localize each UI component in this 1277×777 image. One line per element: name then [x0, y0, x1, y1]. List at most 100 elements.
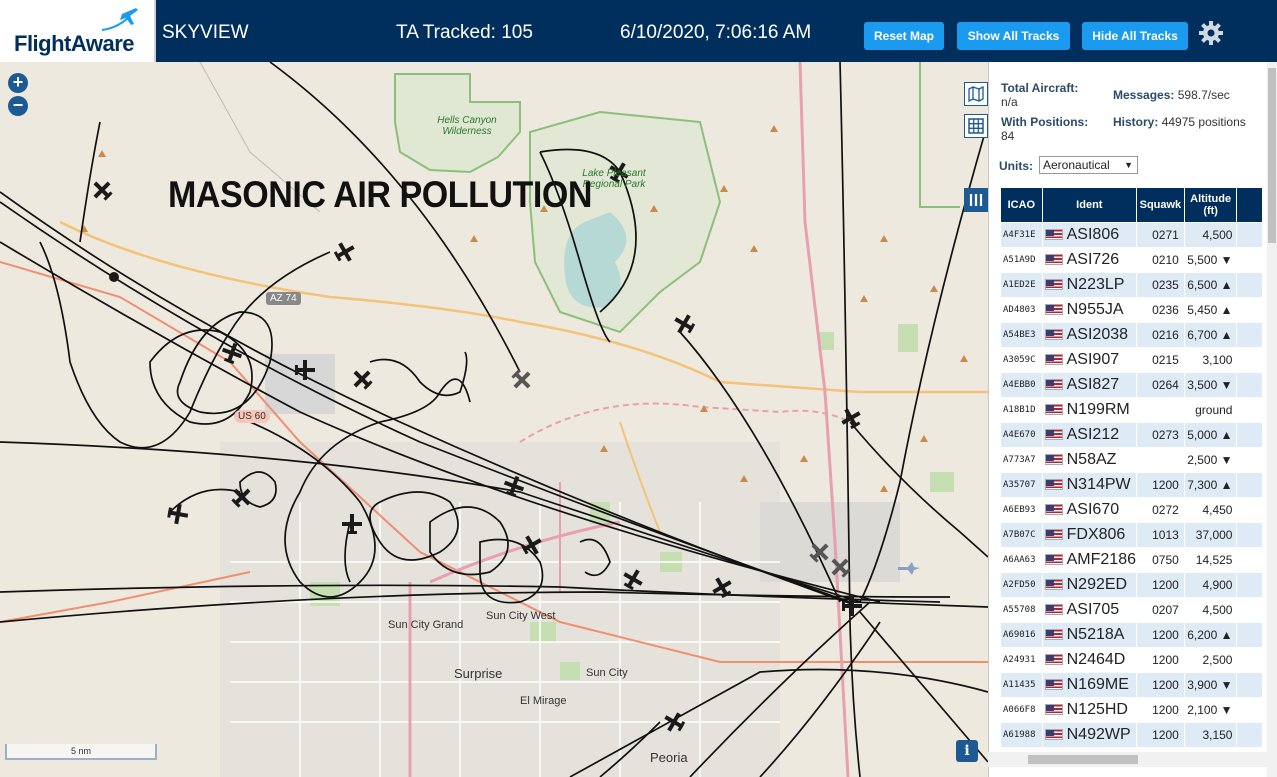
- us-flag-icon: [1044, 404, 1063, 415]
- units-select[interactable]: Aeronautical ▼: [1039, 156, 1138, 174]
- zoom-in-button[interactable]: +: [8, 73, 28, 93]
- squawk-cell: 0210: [1137, 248, 1184, 272]
- extra-cell: [1237, 348, 1262, 372]
- vertical-scrollbar-thumb[interactable]: [1268, 68, 1276, 243]
- altitude-cell: 5,500 ▼: [1184, 248, 1237, 272]
- table-row[interactable]: A51A9D ASI726 0210 5,500 ▼: [1001, 248, 1262, 272]
- col-altitude[interactable]: Altitude (ft): [1184, 188, 1237, 222]
- reset-map-button[interactable]: Reset Map: [864, 22, 944, 50]
- col-ident[interactable]: Ident: [1042, 188, 1136, 222]
- hide-all-tracks-button[interactable]: Hide All Tracks: [1082, 22, 1188, 50]
- map-view[interactable]: Hells Canyon Wilderness Lake Pleasant Re…: [0, 62, 988, 777]
- table-row[interactable]: A4E670 ASI212 0273 5,000 ▲: [1001, 423, 1262, 447]
- table-row[interactable]: A24931 N2464D 1200 2,500: [1001, 648, 1262, 672]
- altitude-cell: 2,500: [1184, 648, 1237, 672]
- squawk-cell: 1200: [1137, 623, 1184, 647]
- squawk-cell: 0271: [1137, 223, 1184, 247]
- extra-cell: [1237, 423, 1262, 447]
- grid-toggle-button[interactable]: [964, 114, 988, 138]
- squawk-cell: 1200: [1137, 573, 1184, 597]
- extra-cell: [1237, 648, 1262, 672]
- squawk-cell: 1200: [1137, 648, 1184, 672]
- icao-cell: A6AA63: [1001, 548, 1042, 572]
- table-row[interactable]: A2FD50 N292ED 1200 4,900: [1001, 573, 1262, 597]
- us-flag-icon: [1044, 329, 1063, 340]
- table-row[interactable]: A54BE3 ASI2038 0216 6,700 ▲: [1001, 323, 1262, 347]
- us-flag-icon: [1044, 454, 1063, 465]
- tracked-count: TA Tracked: 105: [396, 22, 533, 43]
- table-row[interactable]: A6AA63 AMF2186 0750 14,525: [1001, 548, 1262, 572]
- icao-cell: A1ED2E: [1001, 273, 1042, 297]
- col-extra[interactable]: [1237, 188, 1262, 222]
- us-flag-icon: [1044, 579, 1063, 590]
- info-button[interactable]: i: [956, 740, 978, 762]
- show-all-tracks-button[interactable]: Show All Tracks: [957, 22, 1070, 50]
- squawk-cell: 1200: [1137, 673, 1184, 697]
- table-row[interactable]: A61988 N492WP 1200 3,150: [1001, 723, 1262, 747]
- table-row[interactable]: A11435 N169ME 1200 3,900 ▼: [1001, 673, 1262, 697]
- extra-cell: [1237, 598, 1262, 622]
- ident-text: N199RM: [1066, 401, 1130, 418]
- ident-text: N292ED: [1066, 576, 1128, 593]
- altitude-cell: 6,700 ▲: [1184, 323, 1237, 347]
- extra-cell: [1237, 323, 1262, 347]
- col-squawk[interactable]: Squawk: [1137, 188, 1184, 222]
- ident-text: ASI212: [1066, 426, 1120, 443]
- table-row[interactable]: AD4803 N955JA 0236 5,450 ▲: [1001, 298, 1262, 322]
- squawk-cell: [1137, 448, 1184, 472]
- ident-cell: N58AZ: [1042, 448, 1136, 472]
- vertical-scrollbar[interactable]: [1267, 62, 1277, 777]
- ident-text: N125HD: [1066, 701, 1128, 718]
- clock: 6/10/2020, 7:06:16 AM: [620, 22, 812, 43]
- logo-plane-icon: [101, 8, 138, 31]
- us-flag-icon: [1044, 229, 1063, 240]
- ident-text: ASI705: [1066, 601, 1120, 618]
- table-row[interactable]: A6EB93 ASI670 0272 4,450: [1001, 498, 1262, 522]
- table-row[interactable]: A1ED2E N223LP 0235 6,500 ▲: [1001, 273, 1262, 297]
- ident-text: ASI2038: [1066, 326, 1129, 343]
- squawk-cell: 0273: [1137, 423, 1184, 447]
- icao-cell: A4EBB0: [1001, 373, 1042, 397]
- icao-cell: A69016: [1001, 623, 1042, 647]
- overlay-caption: MASONIC AIR POLLUTION: [168, 174, 593, 215]
- extra-cell: [1237, 723, 1262, 747]
- table-row[interactable]: A066F8 N125HD 1200 2,100 ▼: [1001, 698, 1262, 722]
- icao-cell: A24931: [1001, 648, 1042, 672]
- map-icon: [968, 86, 984, 102]
- ident-text: ASI726: [1066, 251, 1120, 268]
- col-icao[interactable]: ICAO: [1001, 188, 1042, 222]
- gear-icon[interactable]: [1198, 20, 1224, 46]
- zoom-out-button[interactable]: −: [8, 96, 28, 116]
- icao-cell: A773A7: [1001, 448, 1042, 472]
- table-row[interactable]: A3059C ASI907 0215 3,100: [1001, 348, 1262, 372]
- squawk-cell: 0750: [1137, 548, 1184, 572]
- table-row[interactable]: A4F31E ASI806 0271 4,500: [1001, 223, 1262, 247]
- horizontal-scrollbar[interactable]: [988, 752, 1267, 767]
- ident-cell: ASI726: [1042, 248, 1136, 272]
- ident-text: N2464D: [1066, 651, 1126, 668]
- flightaware-logo[interactable]: FlightAware: [0, 0, 156, 62]
- extra-cell: [1237, 698, 1262, 722]
- table-row[interactable]: A35707 N314PW 1200 7,300 ▲: [1001, 473, 1262, 497]
- table-row[interactable]: A7B07C FDX806 1013 37,000: [1001, 523, 1262, 547]
- table-row[interactable]: A4EBB0 ASI827 0264 3,500 ▼: [1001, 373, 1262, 397]
- messages-value: 598.7/sec: [1177, 88, 1230, 102]
- aircraft-table-wrapper[interactable]: ICAO Ident Squawk Altitude (ft) A4F31E AS…: [1000, 187, 1263, 777]
- table-row[interactable]: A18B1D N199RM ground: [1001, 398, 1262, 422]
- table-row[interactable]: A773A7 N58AZ 2,500 ▼: [1001, 448, 1262, 472]
- table-row[interactable]: A55708 ASI705 0207 4,500: [1001, 598, 1262, 622]
- column-toggle-button[interactable]: [964, 188, 988, 212]
- scale-bar: 5 nm: [5, 744, 157, 760]
- horizontal-scrollbar-thumb[interactable]: [1028, 755, 1138, 764]
- top-bar: FlightAware SKYVIEW TA Tracked: 105 6/10…: [0, 0, 1277, 62]
- altitude-cell: 2,500 ▼: [1184, 448, 1237, 472]
- ident-cell: ASI907: [1042, 348, 1136, 372]
- map-layers-button[interactable]: [964, 82, 988, 106]
- us-flag-icon: [1044, 379, 1063, 390]
- altitude-cell: 6,500 ▲: [1184, 273, 1237, 297]
- table-row[interactable]: A69016 N5218A 1200 6,200 ▲: [1001, 623, 1262, 647]
- ident-cell: ASI827: [1042, 373, 1136, 397]
- squawk-cell: 0207: [1137, 598, 1184, 622]
- altitude-cell: 37,000: [1184, 523, 1237, 547]
- altitude-cell: 4,500: [1184, 598, 1237, 622]
